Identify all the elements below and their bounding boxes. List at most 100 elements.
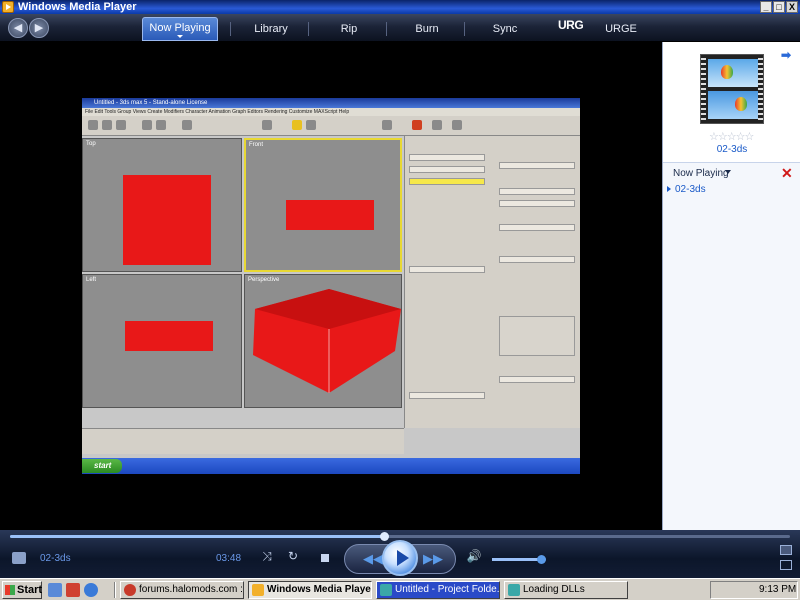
quicklaunch-app-icon[interactable] bbox=[66, 583, 80, 597]
minimize-button[interactable]: _ bbox=[760, 1, 772, 13]
red-mesh-top bbox=[123, 175, 211, 265]
clock: 9:13 PM bbox=[759, 584, 797, 595]
taskbar-button-label: Untitled - Project Folde... bbox=[395, 584, 500, 595]
album-art[interactable] bbox=[700, 54, 764, 124]
taskbar-button-media-player[interactable]: Windows Media Player bbox=[248, 581, 372, 599]
red-mesh-front bbox=[286, 200, 374, 230]
window-title: Windows Media Player bbox=[18, 1, 137, 13]
red-mesh-left bbox=[125, 321, 213, 351]
toolbar-glyph-icon bbox=[156, 120, 166, 130]
toolbar-glyph-icon bbox=[412, 120, 422, 130]
media-player-icon bbox=[2, 1, 14, 13]
tab-divider bbox=[230, 22, 231, 36]
tab-divider bbox=[464, 22, 465, 36]
volume-thumb[interactable] bbox=[536, 555, 546, 564]
chevron-down-icon[interactable] bbox=[725, 170, 731, 174]
toolbar-glyph-icon bbox=[306, 120, 316, 130]
next-arrow-icon[interactable]: ➡ bbox=[781, 48, 791, 62]
balloon-icon bbox=[721, 65, 733, 79]
toolbar-glyph-icon bbox=[182, 120, 192, 130]
toolbar-glyph-icon bbox=[88, 120, 98, 130]
rating-stars[interactable]: ☆☆☆☆☆ bbox=[709, 130, 754, 143]
toolbar-glyph-icon bbox=[452, 120, 462, 130]
tab-divider bbox=[386, 22, 387, 36]
close-icon[interactable]: ✕ bbox=[781, 165, 793, 182]
panel-field bbox=[409, 392, 485, 399]
track-info-icon[interactable] bbox=[12, 552, 26, 564]
taskbar-divider bbox=[114, 582, 116, 598]
video-command-panel bbox=[404, 136, 580, 428]
panel-field bbox=[499, 162, 575, 169]
toolbar-glyph-icon bbox=[102, 120, 112, 130]
video-app-menu: File Edit Tools Group Views Create Modif… bbox=[82, 108, 580, 116]
playback-controls: 02-3ds 03:48 ⤨ ↻ ◀◀ ▶▶ 🔊 bbox=[0, 530, 800, 578]
viewport-perspective: Perspective bbox=[244, 274, 402, 408]
toolbar-glyph-icon bbox=[432, 120, 442, 130]
tab-rip[interactable]: Rip bbox=[318, 17, 380, 41]
film-holes bbox=[701, 55, 706, 123]
app-icon bbox=[380, 584, 392, 596]
viewport-label: Front bbox=[249, 142, 264, 148]
viewport-label: Top bbox=[86, 141, 96, 147]
taskbar-button-label: Loading DLLs bbox=[523, 584, 585, 595]
volume-level bbox=[492, 558, 541, 561]
video-app-title: Untitled - 3ds max 5 - Stand-alone Licen… bbox=[82, 98, 580, 108]
stop-button[interactable] bbox=[318, 551, 332, 565]
play-indicator-icon bbox=[667, 186, 671, 192]
volume-slider[interactable] bbox=[492, 555, 546, 564]
balloon-icon bbox=[735, 97, 747, 111]
elapsed-time: 03:48 bbox=[216, 553, 242, 564]
taskbar-button-forums[interactable]: forums.halomods.com :: Vi... bbox=[120, 581, 244, 599]
windows-taskbar: Start forums.halomods.com :: Vi... Windo… bbox=[0, 578, 800, 600]
system-tray: 9:13 PM bbox=[710, 581, 798, 599]
toolbar-glyph-icon bbox=[292, 120, 302, 130]
window-controls: _ □ X bbox=[760, 1, 798, 13]
mute-button[interactable]: 🔊 bbox=[466, 549, 482, 567]
tab-burn[interactable]: Burn bbox=[396, 17, 458, 41]
forward-button[interactable]: ▶ bbox=[29, 18, 49, 38]
next-button[interactable]: ▶▶ bbox=[420, 549, 446, 569]
video-area[interactable]: Untitled - 3ds max 5 - Stand-alone Licen… bbox=[0, 42, 662, 530]
panel-field bbox=[409, 154, 485, 161]
current-track-title: 02-3ds bbox=[40, 553, 71, 564]
fullscreen-button[interactable] bbox=[780, 545, 792, 555]
album-art-frame bbox=[708, 59, 758, 87]
taskbar-button-loading-dlls[interactable]: Loading DLLs bbox=[504, 581, 628, 599]
perspective-mesh bbox=[253, 289, 401, 393]
play-button[interactable] bbox=[382, 540, 418, 576]
album-name-link[interactable]: 02-3ds bbox=[663, 144, 800, 155]
tab-urge[interactable]: URGE bbox=[590, 17, 652, 41]
taskbar-button-label: Windows Media Player bbox=[267, 584, 372, 595]
album-info: ➡ ☆☆☆☆☆ 02-3ds bbox=[663, 42, 800, 162]
title-bar: Windows Media Player _ □ X bbox=[0, 0, 800, 14]
viewport-top: Top bbox=[82, 138, 242, 272]
toolbar-glyph-icon bbox=[116, 120, 126, 130]
tab-sync[interactable]: Sync bbox=[474, 17, 536, 41]
show-desktop-icon[interactable] bbox=[48, 583, 62, 597]
start-button[interactable]: Start bbox=[2, 581, 42, 599]
media-player-icon bbox=[252, 584, 264, 596]
video-app-toolbar bbox=[82, 116, 580, 136]
viewport-front: Front bbox=[244, 138, 402, 272]
playlist-dropdown[interactable]: Now Playing bbox=[673, 168, 729, 179]
seek-thumb[interactable] bbox=[380, 532, 390, 541]
taskbar-button-untitled[interactable]: Untitled - Project Folde... bbox=[376, 581, 500, 599]
tab-library[interactable]: Library bbox=[240, 17, 302, 41]
browser-icon[interactable] bbox=[84, 583, 98, 597]
repeat-button[interactable]: ↻ bbox=[284, 549, 302, 567]
tab-now-playing[interactable]: Now Playing bbox=[142, 17, 218, 41]
video-taskbar: start bbox=[82, 458, 580, 474]
close-button[interactable]: X bbox=[786, 1, 798, 13]
seek-bar[interactable] bbox=[10, 532, 790, 541]
back-button[interactable]: ◀ bbox=[8, 18, 28, 38]
tab-divider bbox=[308, 22, 309, 36]
shuffle-button[interactable]: ⤨ bbox=[258, 549, 276, 567]
divider bbox=[663, 162, 800, 163]
panel-field bbox=[499, 200, 575, 207]
taskbar-button-label: forums.halomods.com :: Vi... bbox=[139, 584, 243, 595]
album-art-frame bbox=[708, 91, 758, 119]
mini-player-button[interactable] bbox=[780, 560, 792, 570]
playlist-item[interactable]: 02-3ds bbox=[667, 184, 706, 195]
app-icon bbox=[508, 584, 520, 596]
maximize-button[interactable]: □ bbox=[773, 1, 785, 13]
